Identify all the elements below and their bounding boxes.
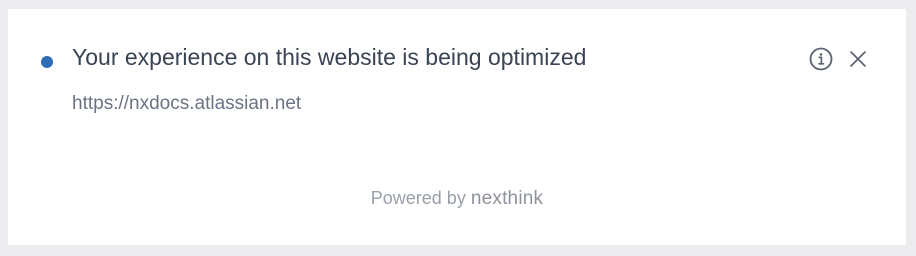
notification-url: https://nxdocs.atlassian.net <box>72 93 302 114</box>
powered-by-footer: Powered by nexthink <box>8 185 906 212</box>
notification-card: Your experience on this website is being… <box>8 9 906 245</box>
info-icon[interactable] <box>808 46 834 72</box>
nexthink-logo: nexthink <box>470 188 544 209</box>
status-dot <box>41 56 53 68</box>
notification-title: Your experience on this website is being… <box>72 44 587 70</box>
close-icon[interactable] <box>846 47 870 71</box>
powered-by-label: Powered by <box>370 188 466 208</box>
